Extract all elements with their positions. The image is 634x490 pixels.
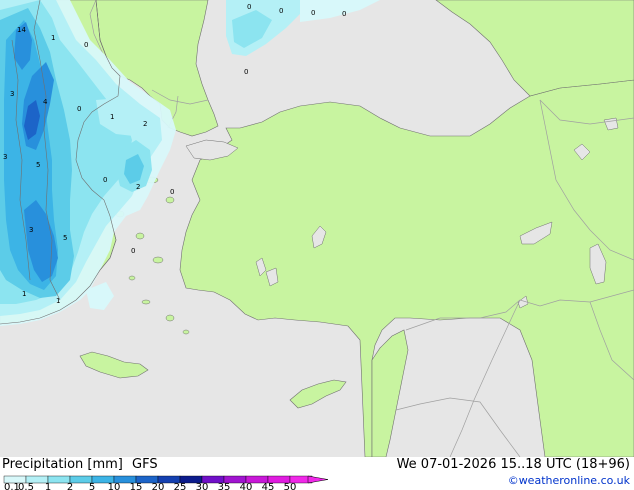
credit-link[interactable]: ©weatheronline.co.uk xyxy=(508,474,630,487)
map-label: 0 xyxy=(342,10,346,18)
map-label: 5 xyxy=(63,234,67,242)
map-label: 3 xyxy=(29,226,33,234)
map-label: 3 xyxy=(3,153,7,161)
map-label: 4 xyxy=(43,98,48,106)
scale-label: 45 xyxy=(262,482,275,490)
precipitation-map: 14 1 0 3 4 0 1 2 3 5 0 2 0 3 5 0 1 1 0 0… xyxy=(0,0,634,457)
map-label: 5 xyxy=(36,161,40,169)
map-label: 0 xyxy=(311,9,315,17)
scale-label: 15 xyxy=(130,482,143,490)
map-label: 0 xyxy=(247,3,251,11)
map-label: 0 xyxy=(279,7,283,15)
map-svg: 14 1 0 3 4 0 1 2 3 5 0 2 0 3 5 0 1 1 0 0… xyxy=(0,0,634,457)
scale-label: 30 xyxy=(196,482,209,490)
map-label: 1 xyxy=(22,290,26,298)
map-label: 0 xyxy=(131,247,135,255)
map-footer: Precipitation [mm] GFS We 07-01-2026 15.… xyxy=(0,457,634,490)
map-label: 0 xyxy=(244,68,248,76)
scale-label: 2 xyxy=(67,482,73,490)
map-label: 1 xyxy=(51,34,55,42)
scale-label: 20 xyxy=(152,482,165,490)
model-name: GFS xyxy=(132,457,158,472)
chart-title: Precipitation [mm] GFS xyxy=(2,457,158,472)
map-label: 1 xyxy=(110,113,114,121)
scale-labels: 0.10.5 1 2 5 10 15 20 25 30 35 40 45 50 xyxy=(4,482,296,490)
scale-arrow xyxy=(307,475,329,484)
scale-label: 0.5 xyxy=(18,482,34,490)
scale-label: 50 xyxy=(284,482,297,490)
map-label: 3 xyxy=(10,90,14,98)
scale-label: 1 xyxy=(45,482,51,490)
scale-label: 5 xyxy=(89,482,95,490)
scale-label: 10 xyxy=(108,482,121,490)
scale-label: 25 xyxy=(174,482,187,490)
map-label: 0 xyxy=(170,188,174,196)
precipitation-scale: 0.10.5 1 2 5 10 15 20 25 30 35 40 45 50 xyxy=(3,475,329,490)
map-label: 1 xyxy=(56,297,60,305)
map-label: 14 xyxy=(17,26,26,34)
scale-label: 40 xyxy=(240,482,253,490)
map-label: 0 xyxy=(84,41,88,49)
forecast-datetime: We 07-01-2026 15..18 UTC (18+96) xyxy=(396,457,630,472)
map-label: 0 xyxy=(103,176,107,184)
title-prefix: Precipitation [mm] xyxy=(2,457,123,472)
scale-label: 35 xyxy=(218,482,231,490)
map-label: 2 xyxy=(136,183,140,191)
map-label: 2 xyxy=(143,120,147,128)
map-label: 0 xyxy=(77,105,81,113)
